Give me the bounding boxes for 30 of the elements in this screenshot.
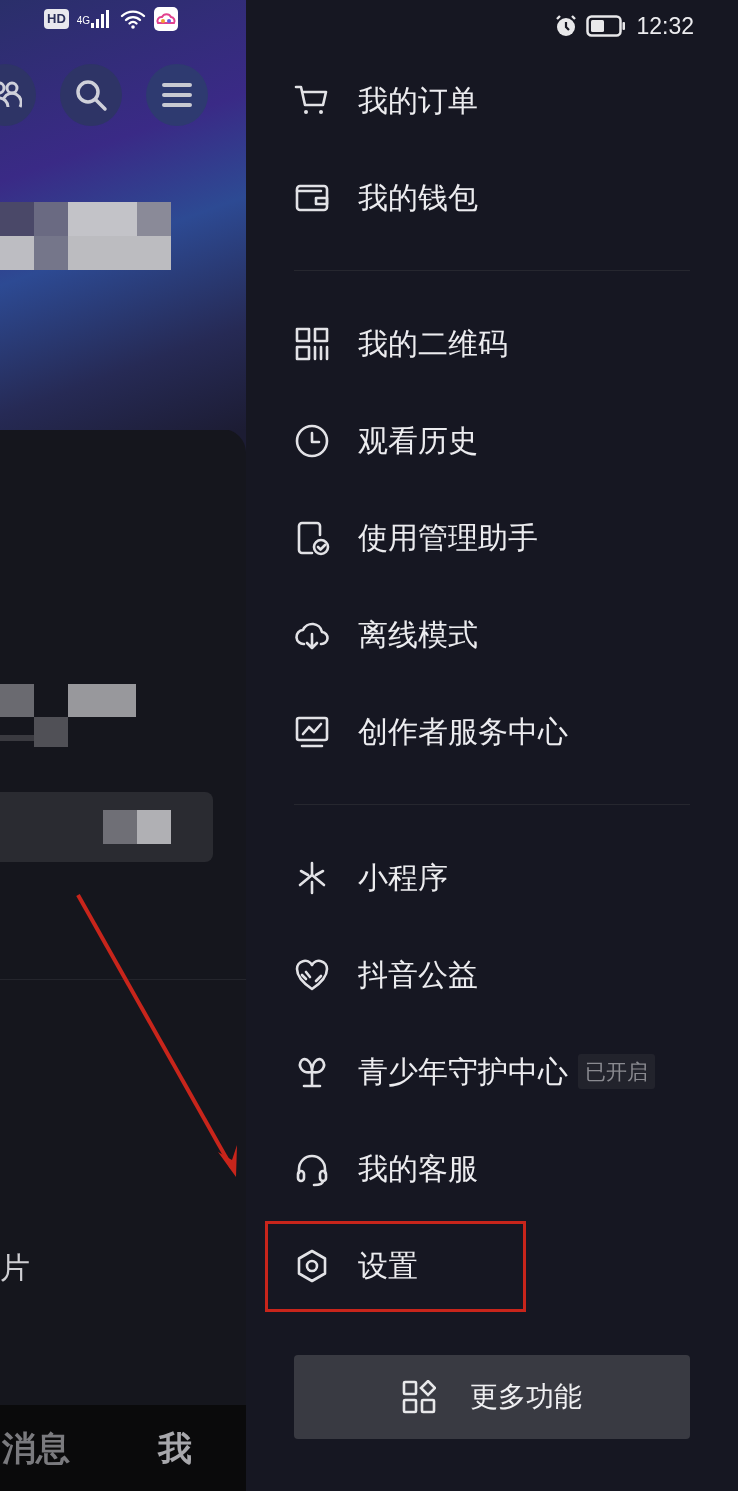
menu-item[interactable]: 青少年守护中心 已开启	[294, 1023, 690, 1120]
menu-item[interactable]: 观看历史	[294, 392, 690, 489]
app-notification-icon	[154, 7, 179, 31]
menu-item[interactable]: 设置	[294, 1217, 690, 1314]
pixelated-label	[103, 810, 171, 844]
pixelated-caption	[0, 717, 68, 747]
apps-icon	[402, 1380, 436, 1414]
wifi-icon	[120, 9, 147, 29]
list-item-text: 片	[0, 1250, 31, 1286]
menu-item[interactable]: 我的订单	[294, 52, 690, 149]
menu-icon	[162, 82, 192, 108]
qr-code-icon	[294, 325, 330, 362]
menu-item[interactable]: 我的二维码	[294, 295, 690, 392]
menu-item[interactable]: 离线模式	[294, 586, 690, 683]
nav-tab[interactable]: 消息	[2, 1422, 70, 1474]
menu-item[interactable]: 抖音公益	[294, 926, 690, 1023]
menu-item[interactable]: 使用管理助手	[294, 489, 690, 586]
network-type: 4G	[76, 16, 91, 26]
clock-icon	[294, 422, 330, 459]
menu-item[interactable]: 创作者服务中心	[294, 683, 690, 780]
status-badge: 已开启	[578, 1053, 655, 1090]
battery-icon	[586, 15, 627, 37]
nav-tab[interactable]: 我	[158, 1422, 192, 1474]
search-icon	[74, 78, 108, 112]
menu-item[interactable]: 小程序	[294, 829, 690, 926]
menu-item[interactable]: 我的客服	[294, 1120, 690, 1217]
clock-time: 12:32	[636, 11, 694, 41]
more-features-button[interactable]: 更多功能	[294, 1355, 690, 1439]
hd-indicator: HD	[44, 9, 69, 29]
menu-item[interactable]: 我的钱包	[294, 149, 690, 246]
